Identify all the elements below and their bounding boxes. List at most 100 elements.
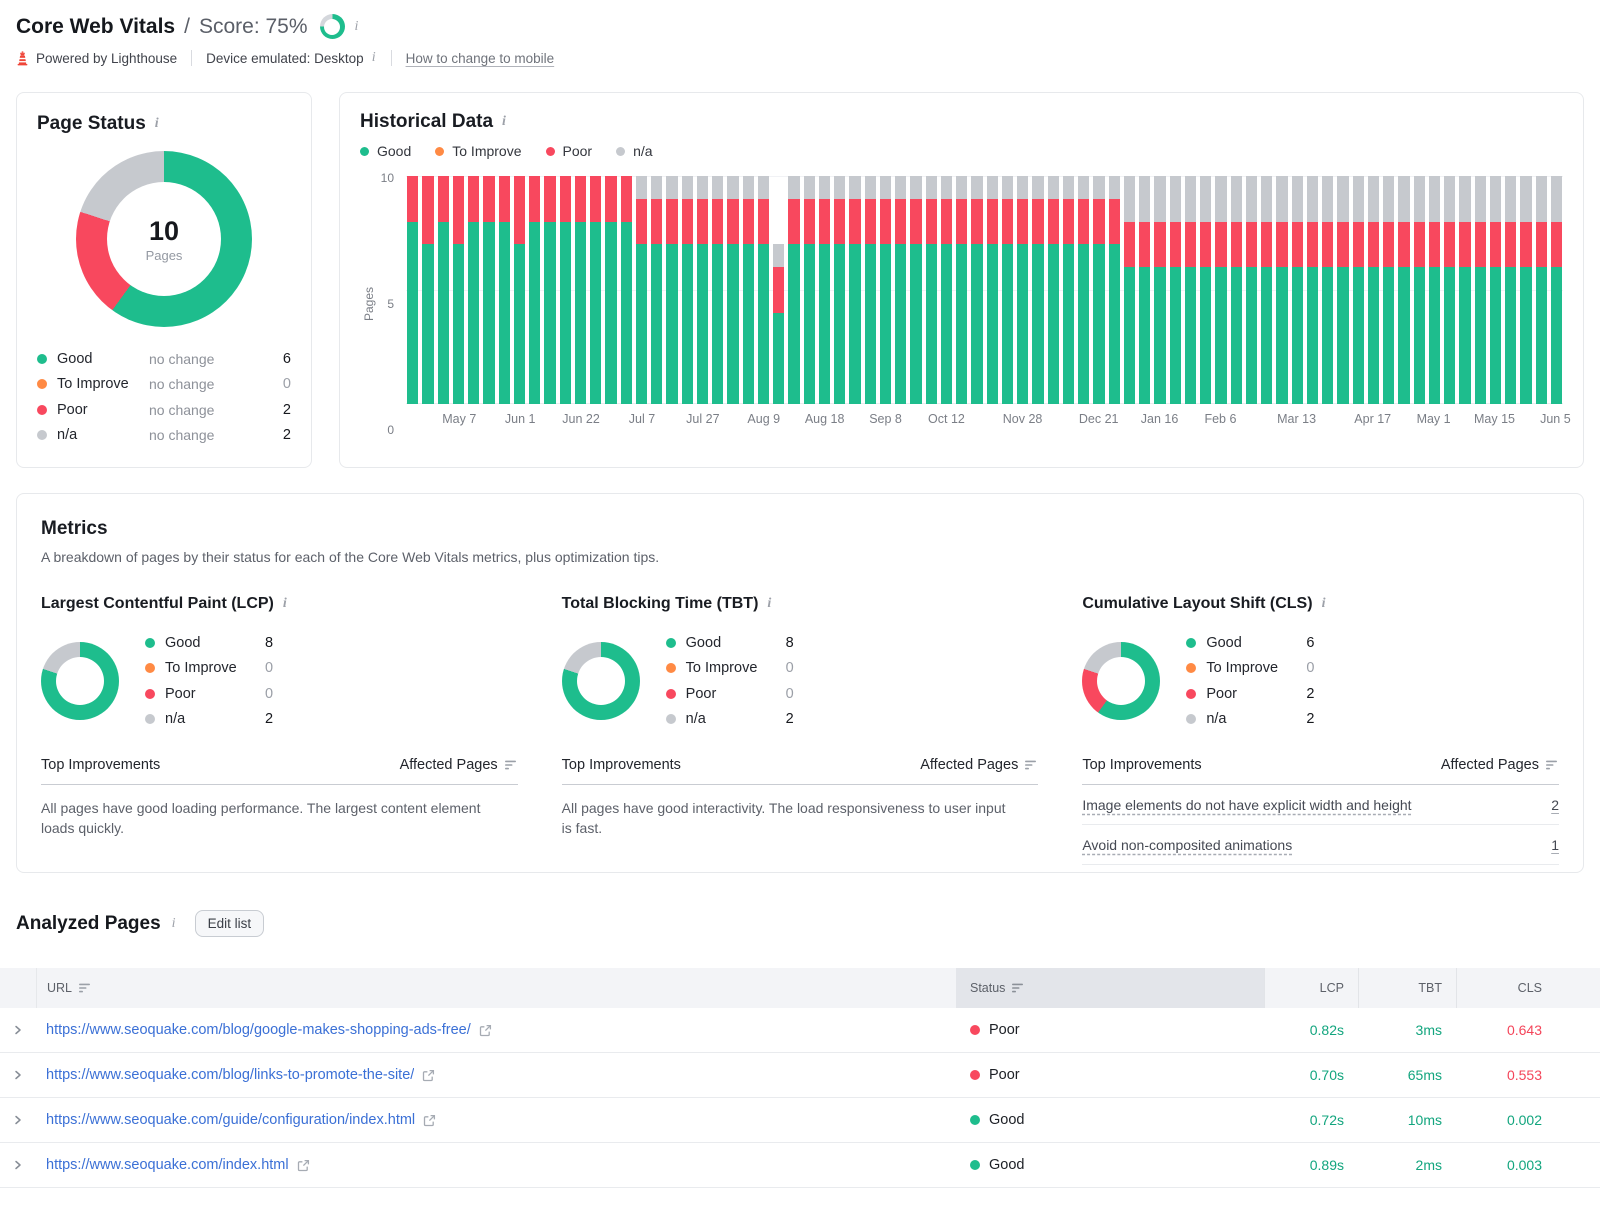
stacked-bar	[727, 176, 739, 404]
historical-legend-item: To Improve	[435, 143, 522, 159]
analyzed-pages-info-icon[interactable]: i	[171, 916, 177, 931]
device-info-icon[interactable]: i	[371, 51, 377, 65]
bar-segment	[1032, 176, 1044, 199]
bar-segment	[1367, 221, 1379, 268]
tbt-value: 10ms	[1407, 1112, 1442, 1128]
bar-segment	[1444, 221, 1456, 268]
status-column-header[interactable]: Status	[956, 968, 1264, 1008]
bar-segment	[971, 176, 983, 199]
improvement-link[interactable]: Image elements do not have explicit widt…	[1082, 797, 1411, 813]
bar-segment	[1215, 221, 1227, 268]
page-status-title-row: Page Status i	[37, 113, 291, 135]
legend-value: 2	[1306, 685, 1315, 702]
affected-pages-label: Affected Pages	[1440, 757, 1539, 773]
stacked-bar	[1001, 176, 1013, 404]
row-expander-chevron-icon[interactable]	[0, 1158, 36, 1172]
bar-segment	[1139, 267, 1151, 404]
page-url-link[interactable]: https://www.seoquake.com/guide/configura…	[46, 1112, 415, 1128]
legend-label: Good	[685, 634, 722, 651]
legend-dot	[1186, 688, 1197, 699]
row-expander-chevron-icon[interactable]	[0, 1023, 36, 1037]
divider	[191, 50, 193, 66]
page-url-link[interactable]: https://www.seoquake.com/blog/google-mak…	[46, 1022, 471, 1038]
bar-segment	[1367, 267, 1379, 404]
bar-segment	[1306, 176, 1318, 222]
page-status-total: 10	[148, 215, 180, 246]
status-label: Poor	[989, 1022, 1020, 1038]
bar-segment	[1001, 176, 1013, 199]
affected-pages-sort[interactable]: Affected Pages	[400, 757, 518, 773]
bar-segment	[452, 176, 464, 245]
url-cell: https://www.seoquake.com/guide/configura…	[36, 1112, 956, 1128]
stacked-bar	[498, 176, 510, 404]
page-url-link[interactable]: https://www.seoquake.com/index.html	[46, 1157, 289, 1173]
top-cards-row: Page Status i 10 Pages Good no change 6 To …	[16, 92, 1584, 468]
bar-segment	[1200, 221, 1212, 268]
stacked-bar	[1444, 176, 1456, 404]
bar-segment	[1108, 176, 1120, 199]
legend-label: Good	[1206, 634, 1242, 651]
metric-info-icon[interactable]: i	[1321, 597, 1327, 611]
affected-pages-count[interactable]: 1	[1551, 837, 1559, 853]
bar-segment	[879, 244, 891, 404]
external-link-icon[interactable]	[297, 1159, 310, 1172]
external-link-icon[interactable]	[423, 1114, 436, 1127]
metric-legend-row: Poor 0	[145, 681, 518, 707]
improvements-header-label: Top Improvements	[1082, 757, 1202, 773]
cls-column-header[interactable]: CLS	[1456, 968, 1600, 1008]
bar-segment	[864, 198, 876, 245]
metric-legend-row: n/a 2	[665, 707, 1039, 733]
bar-segment	[437, 176, 449, 222]
page-status-info-icon[interactable]: i	[154, 117, 160, 131]
row-expander-chevron-icon[interactable]	[0, 1068, 36, 1082]
external-link-icon[interactable]	[479, 1024, 492, 1037]
bar-segment	[1520, 267, 1532, 404]
bar-segment	[895, 244, 907, 404]
metric-info-icon[interactable]: i	[766, 597, 772, 611]
bar-segment	[1261, 221, 1273, 268]
historical-info-icon[interactable]: i	[501, 115, 507, 129]
affected-pages-sort[interactable]: Affected Pages	[920, 757, 1038, 773]
improvement-link[interactable]: Avoid non-composited animations	[1082, 837, 1292, 853]
bar-segment	[1428, 267, 1440, 404]
bar-segment	[1474, 267, 1486, 404]
page-url-link[interactable]: https://www.seoquake.com/blog/links-to-p…	[46, 1067, 414, 1083]
bar-segment	[1245, 267, 1257, 404]
status-column-label: Status	[970, 981, 1006, 995]
bar-segment	[879, 176, 891, 199]
url-column-header[interactable]: URL	[36, 968, 956, 1008]
bar-segment	[1505, 267, 1517, 404]
bar-segment	[544, 176, 556, 222]
affected-pages-count[interactable]: 2	[1551, 797, 1559, 813]
row-expander-chevron-icon[interactable]	[0, 1113, 36, 1127]
stacked-bar	[986, 176, 998, 404]
bar-segment	[1062, 176, 1074, 199]
cls-column-label: CLS	[1517, 981, 1542, 995]
metric-legend-row: Poor 0	[665, 681, 1039, 707]
lcp-column-header[interactable]: LCP	[1264, 968, 1358, 1008]
bar-segment	[1062, 244, 1074, 404]
external-link-icon[interactable]	[422, 1069, 435, 1082]
bar-segment	[1383, 221, 1395, 268]
change-to-mobile-link[interactable]: How to change to mobile	[406, 51, 555, 66]
legend-value: 2	[282, 401, 291, 418]
metric-info-icon[interactable]: i	[282, 597, 288, 611]
stacked-bar	[1154, 176, 1166, 404]
stacked-bar	[590, 176, 602, 404]
stacked-bar	[1245, 176, 1257, 404]
divider	[390, 50, 392, 66]
bar-segment	[1261, 267, 1273, 404]
bar-segment	[483, 221, 495, 404]
bar-segment	[1474, 221, 1486, 268]
status-dot	[970, 1115, 980, 1125]
affected-pages-sort[interactable]: Affected Pages	[1441, 757, 1559, 773]
score-info-icon[interactable]: i	[354, 19, 360, 34]
legend-label: n/a	[633, 143, 653, 159]
url-cell: https://www.seoquake.com/blog/links-to-p…	[36, 1067, 956, 1083]
bar-segment	[971, 198, 983, 245]
bar-segment	[1093, 244, 1105, 404]
bar-segment	[742, 244, 754, 404]
edit-list-button[interactable]: Edit list	[194, 910, 265, 937]
tbt-column-header[interactable]: TBT	[1358, 968, 1456, 1008]
bar-segment	[1032, 198, 1044, 245]
